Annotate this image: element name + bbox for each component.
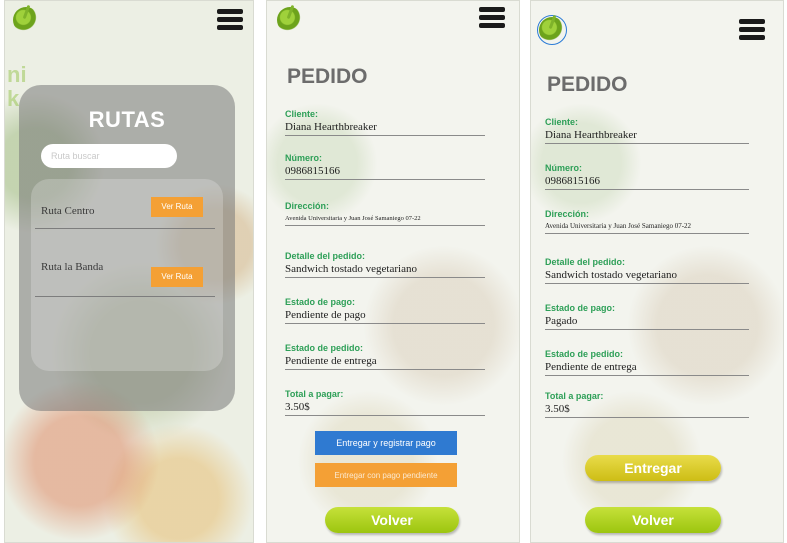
hamburger-menu-icon[interactable]	[739, 19, 765, 40]
deliver-button[interactable]: Entregar	[585, 455, 721, 481]
field-label: Cliente:	[545, 117, 579, 127]
field-value: 3.50$	[545, 403, 570, 415]
field-numero: Número: 0986815166	[545, 163, 749, 190]
route-name: Ruta Centro	[41, 205, 95, 217]
logo-leaf-icon[interactable]	[537, 15, 567, 45]
field-value: Sandwich tostado vegetariano	[285, 263, 417, 275]
view-route-button[interactable]: Ver Ruta	[151, 267, 203, 287]
deliver-with-pending-payment-button[interactable]: Entregar con pago pendiente	[315, 463, 457, 487]
field-value: Pagado	[545, 315, 578, 327]
logo-leaf-icon[interactable]	[13, 7, 39, 33]
hamburger-menu-icon[interactable]	[479, 7, 505, 28]
route-name: Ruta la Banda	[41, 261, 104, 273]
back-button[interactable]: Volver	[325, 507, 459, 533]
field-total: Total a pagar: 3.50$	[545, 391, 749, 418]
field-label: Total a pagar:	[285, 389, 344, 399]
field-detalle: Detalle del pedido: Sandwich tostado veg…	[545, 257, 749, 284]
field-value: Pendiente de entrega	[545, 361, 637, 373]
field-label: Estado de pago:	[285, 297, 356, 307]
pedido-pending-screen: PEDIDO Cliente: Diana Hearthbreaker Núme…	[266, 0, 520, 543]
field-total: Total a pagar: 3.50$	[285, 389, 485, 416]
rutas-title: RUTAS	[88, 107, 166, 132]
route-item-centro: Ruta Centro Ver Ruta	[35, 193, 215, 229]
route-item-la-banda: Ruta la Banda Ver Ruta	[35, 253, 215, 297]
field-cliente: Cliente: Diana Hearthbreaker	[545, 117, 749, 144]
field-direccion: Dirección: Avenida Universitaria y Juan …	[545, 209, 749, 234]
field-label: Estado de pago:	[545, 303, 616, 313]
page-title: PEDIDO	[287, 65, 368, 88]
field-label: Número:	[545, 163, 583, 173]
field-value: Pendiente de pago	[285, 309, 366, 321]
field-numero: Número: 0986815166	[285, 153, 485, 180]
field-value: 0986815166	[285, 165, 340, 177]
field-estado-pago: Estado de pago: Pagado	[545, 303, 749, 330]
field-value: Diana Hearthbreaker	[545, 129, 637, 141]
field-label: Dirección:	[545, 209, 590, 219]
field-estado-pedido: Estado de pedido: Pendiente de entrega	[285, 343, 485, 370]
field-label: Total a pagar:	[545, 391, 604, 401]
hamburger-menu-icon[interactable]	[217, 9, 243, 30]
field-value: Avenida Universitaria y Juan José Samani…	[545, 222, 692, 230]
field-estado-pedido: Estado de pedido: Pendiente de entrega	[545, 349, 749, 376]
field-cliente: Cliente: Diana Hearthbreaker	[285, 109, 485, 136]
field-label: Dirección:	[285, 201, 330, 211]
field-direccion: Dirección: Avenida Universitaria y Juan …	[285, 201, 485, 226]
field-detalle: Detalle del pedido: Sandwich tostado veg…	[285, 251, 485, 278]
rutas-card: RUTAS Ruta Centro Ver Ruta Ruta la Banda…	[19, 85, 235, 411]
field-label: Estado de pedido:	[545, 349, 624, 359]
field-value: Diana Hearthbreaker	[285, 121, 377, 133]
field-label: Detalle del pedido:	[285, 251, 366, 261]
pedido-paid-screen: PEDIDO Cliente: Diana Hearthbreaker Núme…	[530, 0, 784, 543]
field-label: Estado de pedido:	[285, 343, 364, 353]
back-button[interactable]: Volver	[585, 507, 721, 533]
view-route-button[interactable]: Ver Ruta	[151, 197, 203, 217]
field-value: 3.50$	[285, 401, 310, 413]
field-label: Cliente:	[285, 109, 319, 119]
field-estado-pago: Estado de pago: Pendiente de pago	[285, 297, 485, 324]
field-value: Pendiente de entrega	[285, 355, 377, 367]
field-value: Avenida Universitaria y Juan José Samani…	[285, 215, 421, 222]
field-label: Número:	[285, 153, 323, 163]
rutas-screen: ni k RUTAS Ruta Centro Ver Ruta Ruta la …	[4, 0, 254, 543]
route-search-input[interactable]	[41, 144, 177, 168]
logo-leaf-icon[interactable]	[277, 7, 303, 33]
field-value: 0986815166	[545, 175, 600, 187]
deliver-and-register-payment-button[interactable]: Entregar y registrar pago	[315, 431, 457, 455]
page-title: PEDIDO	[547, 73, 628, 96]
field-value: Sandwich tostado vegetariano	[545, 269, 677, 281]
field-label: Detalle del pedido:	[545, 257, 626, 267]
